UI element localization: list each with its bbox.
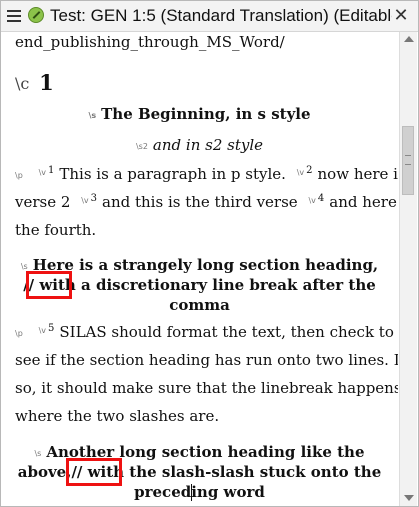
paragraph-2-line-4: where the two slashes are.	[15, 407, 220, 425]
vertical-scrollbar[interactable]	[399, 32, 417, 506]
paragraph-marker: \p	[15, 329, 23, 338]
text-cursor	[191, 484, 192, 501]
paragraph-2-line-2: see if the section heading has run onto …	[15, 351, 398, 369]
scroll-down-arrow-icon[interactable]	[404, 495, 414, 501]
paragraph-1-line-2: verse 2 \v 3 and this is the third verse \…	[15, 193, 398, 211]
verse-marker: \v	[308, 196, 316, 205]
verse-marker: \v	[38, 168, 46, 177]
scroll-thumb[interactable]	[402, 126, 414, 195]
section-heading-2: \s2 and in s2 style	[1, 136, 398, 154]
status-check-icon	[28, 7, 44, 23]
verse-marker: \v	[296, 168, 305, 177]
chapter-line: \c 1	[15, 70, 54, 95]
verse-number: 5	[48, 323, 55, 334]
paragraph-2-line-3: so, it should make sure that the linebre…	[15, 379, 398, 397]
verse-text: now here is	[317, 165, 398, 183]
grip-icon	[405, 155, 411, 165]
paragraph-2-line-1: \p \v 5 SILAS should format the text, then…	[15, 323, 394, 341]
verse-marker: \v	[38, 326, 46, 335]
editor-content[interactable]: end_publishing_through_MS_Word/ \c 1 \s T…	[1, 32, 398, 506]
verse-text: This is a paragraph in p style.	[59, 165, 286, 183]
menu-icon[interactable]	[7, 10, 21, 22]
scroll-up-arrow-icon[interactable]	[404, 36, 414, 42]
style-marker: \s2	[135, 142, 148, 151]
verse-marker: \v	[81, 196, 89, 205]
section-heading-4-line-2: above,// with the slash-slash stuck onto…	[17, 463, 382, 481]
section-heading-4-line-1: \s Another long section heading like the	[1, 443, 398, 461]
close-button[interactable]: ✕	[392, 6, 410, 24]
verse-text: and this is the third verse	[102, 193, 298, 211]
verse-number: 4	[317, 193, 325, 204]
paragraph-1-line-3: the fourth.	[15, 221, 97, 239]
highlight-box	[26, 271, 72, 299]
title-bar[interactable]: Test: GEN 1:5 (Standard Translation) (Ed…	[1, 1, 418, 32]
verse-number: 1	[48, 165, 55, 176]
heading-text: Here is a strangely long section heading…	[32, 256, 379, 274]
verse-number: 3	[90, 193, 98, 204]
line-text: verse 2	[15, 193, 71, 211]
highlight-box	[66, 458, 122, 486]
chapter-marker: \c	[15, 74, 30, 93]
section-heading-1: \s The Beginning, in s style	[1, 105, 398, 123]
heading-text: The Beginning, in s style	[101, 105, 311, 123]
paragraph-1-line-1: \p \v 1 This is a paragraph in p style. \v…	[15, 165, 398, 183]
verse-number: 2	[306, 165, 313, 176]
style-marker: \s	[88, 111, 97, 120]
heading-text: and in s2 style	[152, 136, 264, 154]
editor-window: Test: GEN 1:5 (Standard Translation) (Ed…	[0, 0, 419, 507]
window-title: Test: GEN 1:5 (Standard Translation) (Ed…	[50, 6, 392, 25]
chapter-number: 1	[39, 70, 54, 95]
style-marker: \s	[34, 449, 42, 458]
paragraph-marker: \p	[15, 171, 23, 180]
style-marker: \s	[20, 262, 28, 271]
path-line: end_publishing_through_MS_Word/	[15, 33, 285, 51]
verse-text: SILAS should format the text, then check…	[59, 323, 394, 341]
verse-text: and here is	[329, 193, 398, 211]
section-heading-4-line-3: preceding word	[134, 483, 265, 501]
